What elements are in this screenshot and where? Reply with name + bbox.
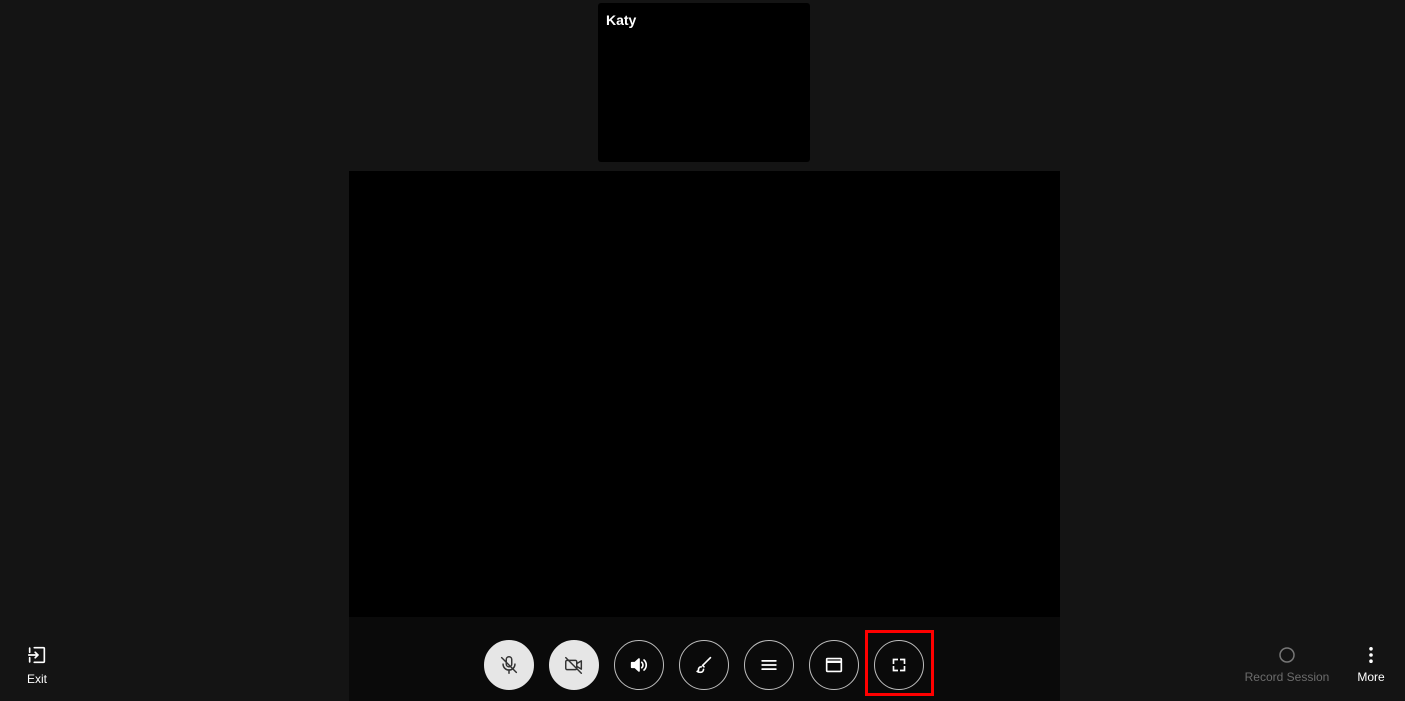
- participant-tile[interactable]: Katy: [598, 3, 810, 162]
- participant-name: Katy: [606, 12, 637, 28]
- record-icon: [1278, 646, 1296, 664]
- record-session-label: Record Session: [1244, 670, 1330, 684]
- fullscreen-highlight: [865, 630, 934, 696]
- main-video-area: [349, 171, 1060, 617]
- video-call-screen: Katy Exit Record Session More: [0, 0, 1405, 701]
- menu-icon: [758, 654, 780, 676]
- video-off-icon: [563, 654, 585, 676]
- more-button[interactable]: More: [1350, 646, 1392, 684]
- draw-button[interactable]: [679, 640, 729, 690]
- record-session-button[interactable]: Record Session: [1236, 646, 1338, 684]
- brush-icon: [693, 654, 715, 676]
- mute-mic-button[interactable]: [484, 640, 534, 690]
- mic-off-icon: [498, 654, 520, 676]
- window-icon: [823, 654, 845, 676]
- exit-icon: [26, 644, 48, 666]
- window-layout-button[interactable]: [809, 640, 859, 690]
- speaker-button[interactable]: [614, 640, 664, 690]
- more-vertical-icon: [1362, 646, 1380, 664]
- exit-button[interactable]: Exit: [16, 644, 58, 686]
- menu-button[interactable]: [744, 640, 794, 690]
- volume-icon: [628, 654, 650, 676]
- more-label: More: [1357, 670, 1385, 684]
- exit-label: Exit: [26, 672, 47, 686]
- camera-toggle-button[interactable]: [549, 640, 599, 690]
